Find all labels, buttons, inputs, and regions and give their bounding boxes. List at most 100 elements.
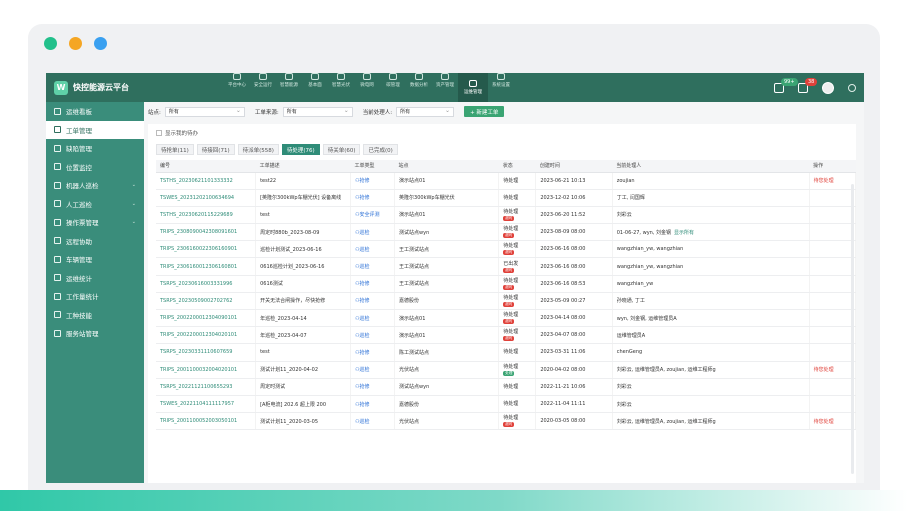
window-dot-green[interactable] [44, 37, 57, 50]
handler-select[interactable]: 所有 [396, 106, 455, 117]
grid-icon [363, 73, 371, 80]
order-code-link[interactable]: TRIPS_2001100052003050101 [156, 412, 257, 431]
site-select[interactable]: 所有 [164, 106, 245, 117]
order-code-link[interactable]: TSTHS_20230621101333332 [156, 172, 257, 190]
table-row[interactable]: TSRPS_20221121100655293 周定时测试 ⚇抢修 测试站点wyn 待处… [156, 378, 857, 396]
nav-module-3[interactable]: 基本面 [302, 73, 328, 102]
handler-names: wyn, 刘金钢, 运维管理员A [616, 315, 677, 322]
message-icon[interactable]: 99+ [774, 77, 798, 93]
order-code-link[interactable]: TRIPS_2002200012304090101 [156, 309, 257, 328]
tab-0[interactable]: 待抢单(11) [156, 144, 194, 155]
tab-3[interactable]: 待处理(76) [281, 144, 320, 155]
sidebar-item-11[interactable]: 工种技能 [46, 306, 144, 325]
order-code-link[interactable]: TRIPS_2002200012304020101 [156, 326, 257, 345]
nav-module-8[interactable]: 资产管理 [432, 73, 458, 102]
order-type: ⚇巡检 [350, 361, 396, 379]
order-code-link[interactable]: TSWES_20231202100634694 [156, 189, 257, 207]
action-link[interactable]: 待您处理 [809, 412, 857, 431]
nav-module-2[interactable]: 智慧能源 [276, 73, 302, 102]
show-mine-toggle[interactable]: 显示我的待办 [156, 129, 198, 137]
order-type: ⚇巡检 [350, 257, 396, 276]
order-code-link[interactable]: TSRPS_20221121100655293 [156, 378, 257, 396]
scrollbar[interactable] [851, 184, 854, 474]
order-code-link[interactable]: TRIPS_2001100032004020101 [156, 361, 257, 379]
table-row[interactable]: TSTHS_20230621101333332 test22 ⚇抢修 演示站点01 待处… [156, 172, 857, 190]
order-code-link[interactable]: TSTHS_20230620115229689 [156, 206, 257, 225]
sidebar-item-12[interactable]: 服务站管理 [46, 324, 144, 343]
sidebar-item-7[interactable]: 远程协助 [46, 232, 144, 251]
action-link [809, 378, 857, 396]
table-row[interactable]: TRIPS_2001100052003050101 测试计划11_2020-03-… [156, 412, 857, 431]
user-avatar[interactable] [822, 81, 834, 94]
handler-names: 刘彩云 [616, 212, 632, 219]
nav-module-7[interactable]: 数据分析 [406, 73, 432, 102]
order-code-link[interactable]: TRIPS_2306160022306160901 [156, 240, 257, 259]
table-row[interactable]: TRIPS_2001100032004020101 测试计划11_2020-04-… [156, 361, 857, 379]
order-code-link[interactable]: TSRPS_20230331110607659 [156, 343, 257, 362]
order-code-link[interactable]: TSWES_20221104111117957 [156, 395, 257, 414]
table-row[interactable]: TRIPS_2308090042308091601 周定时880b_2023-08… [156, 223, 857, 242]
app-logo[interactable]: W 快控能源云平台 [46, 80, 234, 95]
action-link[interactable]: 待您处理 [809, 361, 857, 379]
table-row[interactable]: TSTHS_20230620115229689 test ⚇安全评测 演示站点01 待处… [156, 206, 857, 225]
show-all-link[interactable]: 显示所有 [674, 230, 694, 236]
action-link[interactable]: 待您处理 [809, 172, 857, 190]
status-tag: 超时 [503, 319, 515, 325]
tab-1[interactable]: 待接回(71) [196, 144, 235, 155]
sidebar-item-label: 车辆管理 [66, 256, 92, 265]
table-row[interactable]: TSRPS_20230509002702762 开关无法合闸操作，尽快抢修 ⚇抢修嘉… [156, 292, 857, 311]
tab-5[interactable]: 已完成(0) [363, 144, 398, 155]
sidebar-item-label: 运维看板 [66, 108, 92, 117]
order-code-link[interactable]: TRIPS_2306160012306160801 [156, 257, 257, 276]
nav-module-0[interactable]: 平台中心 [224, 73, 250, 102]
tab-4[interactable]: 待关单(60) [322, 144, 361, 155]
table-row[interactable]: TSWES_20231202100634694 [英隆尔300kWp车棚光伏] 设… [156, 189, 857, 207]
table-row[interactable]: TSRPS_20230331110607659 test ⚇抢修 陈工测试站点 待处理 2… [156, 343, 857, 362]
sidebar-item-4[interactable]: 机器人巡检 ⌄ [46, 176, 144, 195]
alert-badge: 38 [805, 77, 818, 86]
table-row[interactable]: TSWES_20221104111117957 [A柜电流] 202.6 超上限 … [156, 395, 857, 414]
window-dot-orange[interactable] [69, 37, 82, 50]
sidebar-item-5[interactable]: 人工巡检 ⌄ [46, 195, 144, 214]
order-type-label: 巡检 [359, 315, 370, 322]
order-code-link[interactable]: TSRPS_20230509002702762 [156, 292, 257, 311]
sidebar-item-label: 工种技能 [66, 311, 92, 320]
nav-module-10[interactable]: 系统设置 [488, 73, 514, 102]
sidebar-item-2[interactable]: 缺陷管理 [46, 139, 144, 158]
table-row[interactable]: TRIPS_2002200012304090101 年巡检_2023-04-14 ⚇… [156, 309, 857, 328]
nav-module-1[interactable]: 安全运行 [250, 73, 276, 102]
app-title: 快控能源云平台 [73, 83, 129, 92]
sidebar-item-label: 工单管理 [66, 126, 92, 135]
sidebar-item-6[interactable]: 操作票管理 ⌄ [46, 213, 144, 232]
action-link [809, 206, 857, 225]
nav-module-5[interactable]: 微电网 [354, 73, 380, 102]
gear-icon[interactable] [848, 83, 856, 92]
window-dot-blue[interactable] [94, 37, 107, 50]
order-site: 演示站点01 [394, 206, 500, 225]
sidebar-item-3[interactable]: 位置监控 [46, 158, 144, 177]
show-mine-checkbox[interactable] [156, 130, 162, 136]
nav-module-4[interactable]: 智慧光伏 [328, 73, 354, 102]
sidebar-item-8[interactable]: 车辆管理 [46, 250, 144, 269]
tab-2[interactable]: 待派单(558) [237, 144, 279, 155]
nav-module-6[interactable]: 碳管理 [380, 73, 406, 102]
action-link [809, 326, 857, 345]
table-row[interactable]: TRIPS_2306160022306160901 巡检计划测试_2023-06-… [156, 240, 857, 259]
sidebar-item-10[interactable]: 工作量统计 [46, 287, 144, 306]
sidebar-item-1[interactable]: 工单管理 [46, 120, 144, 139]
analytics-icon [415, 73, 423, 80]
status-cell: 待处理 [503, 401, 518, 407]
table-row[interactable]: TSRPS_20230616003331996 0616测试 ⚇抢修 王工测试站点 待处… [156, 275, 857, 293]
table-row[interactable]: TRIPS_2002200012304020101 年巡检_2023-04-07 ⚇… [156, 326, 857, 345]
new-order-button[interactable]: + 新建工单 [464, 106, 505, 117]
nav-module-9[interactable]: 运维管理 [458, 73, 488, 102]
source-select[interactable]: 所有 [282, 106, 353, 117]
table-row[interactable]: TRIPS_2306160012306160801 0616巡检计划_2023-0… [156, 257, 857, 276]
order-type: ⚇巡检 [350, 240, 396, 259]
order-code-link[interactable]: TSRPS_20230616003331996 [156, 275, 257, 293]
sidebar-item-9[interactable]: 运维统计 [46, 269, 144, 288]
order-code-link[interactable]: TRIPS_2308090042308091601 [156, 223, 257, 242]
sidebar-item-0[interactable]: 运维看板 [46, 102, 144, 121]
order-type: ⚇巡检 [350, 309, 396, 328]
alert-bell-icon[interactable]: 38 [798, 77, 818, 93]
